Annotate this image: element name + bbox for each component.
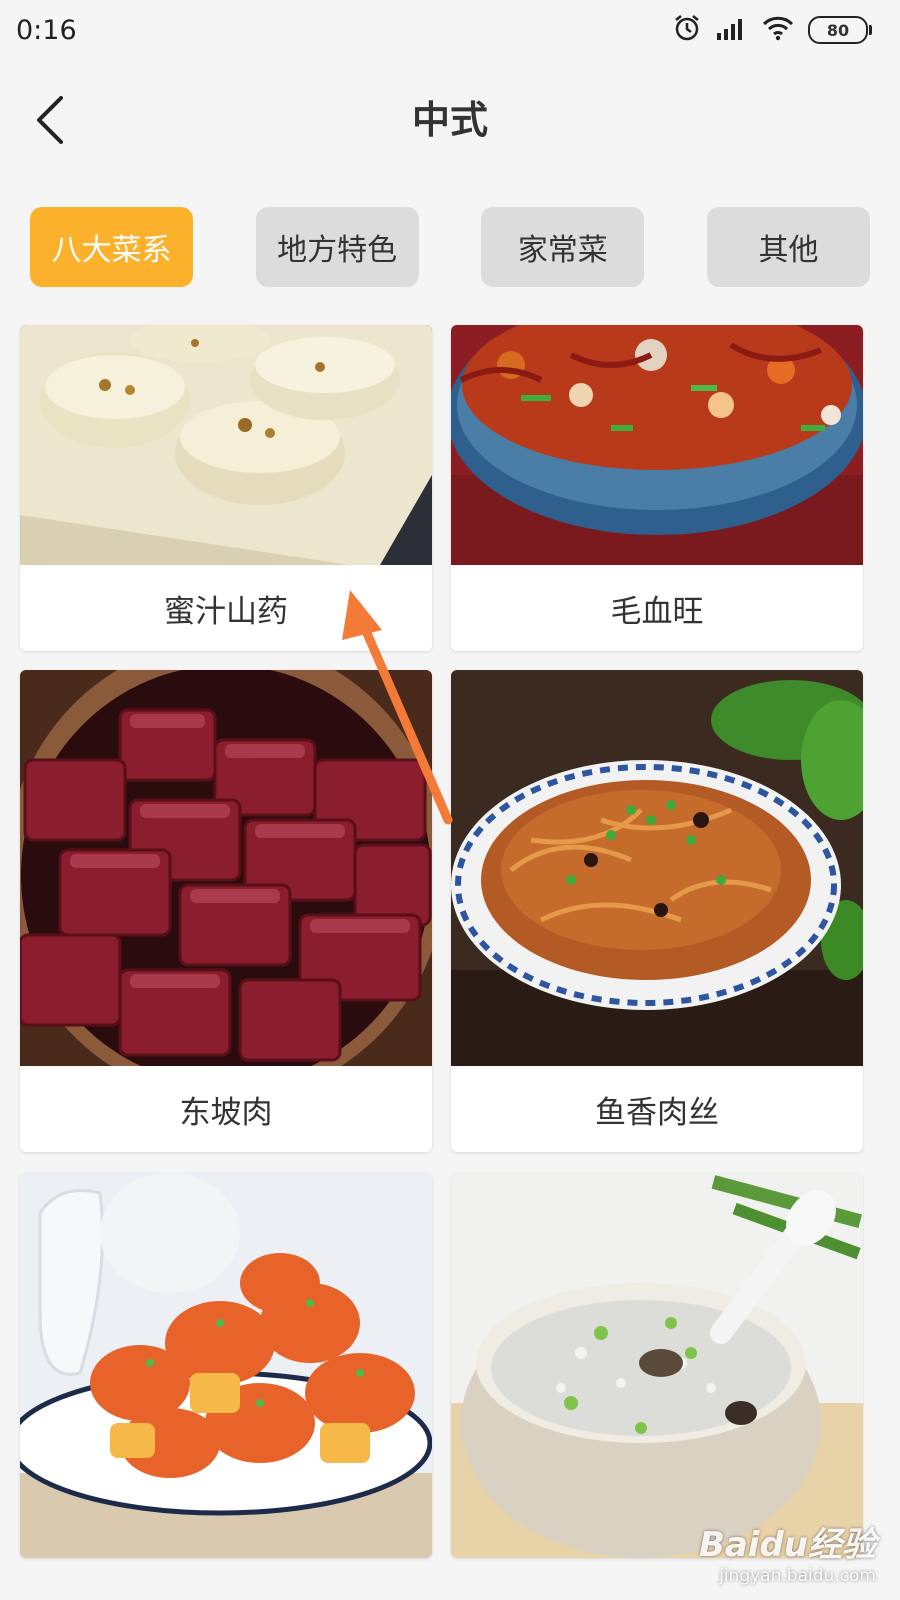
wifi-icon: [762, 15, 794, 45]
status-icons: 80: [672, 13, 872, 47]
watermark: Baidu经验 jingyan.baidu.com: [699, 1517, 876, 1586]
dish-name: 蜜汁山药: [164, 593, 288, 630]
tab-eight-cuisines[interactable]: 八大菜系: [30, 207, 193, 287]
watermark-url: jingyan.baidu.com: [719, 1566, 876, 1586]
dish-image: [20, 1173, 432, 1558]
tab-home-cooking[interactable]: 家常菜: [481, 207, 645, 287]
dish-image: [20, 325, 432, 565]
watermark-logo: Baidu经验: [698, 1525, 876, 1565]
alarm-icon: [672, 13, 702, 47]
page-title: 中式: [411, 98, 488, 142]
tab-other[interactable]: 其他: [706, 207, 870, 287]
dish-card[interactable]: 毛血旺: [451, 325, 863, 651]
dish-image: [451, 325, 863, 565]
dish-card[interactable]: 蜜汁山药: [20, 325, 432, 651]
dish-name: 东坡肉: [179, 1094, 273, 1131]
dish-card[interactable]: 东坡肉: [20, 670, 432, 1152]
dish-name: 毛血旺: [610, 593, 704, 630]
signal-icon: [716, 15, 748, 45]
dish-image: [20, 670, 432, 1066]
dish-card[interactable]: [451, 1173, 863, 1558]
header: 中式: [0, 60, 900, 180]
dish-image: [451, 670, 863, 1066]
dish-card[interactable]: 鱼香肉丝: [451, 670, 863, 1152]
tab-local-specialties[interactable]: 地方特色: [255, 207, 419, 287]
status-bar: 0:16 80: [0, 0, 900, 60]
back-button[interactable]: [22, 88, 78, 152]
status-time: 0:16: [16, 14, 77, 46]
battery-icon: 80: [808, 16, 872, 44]
category-tabs: 八大菜系 地方特色 家常菜 其他: [30, 207, 870, 287]
dish-name: 鱼香肉丝: [595, 1094, 719, 1131]
dish-card[interactable]: [20, 1173, 432, 1558]
dish-image: [451, 1173, 863, 1558]
chevron-left-icon: [37, 96, 63, 144]
